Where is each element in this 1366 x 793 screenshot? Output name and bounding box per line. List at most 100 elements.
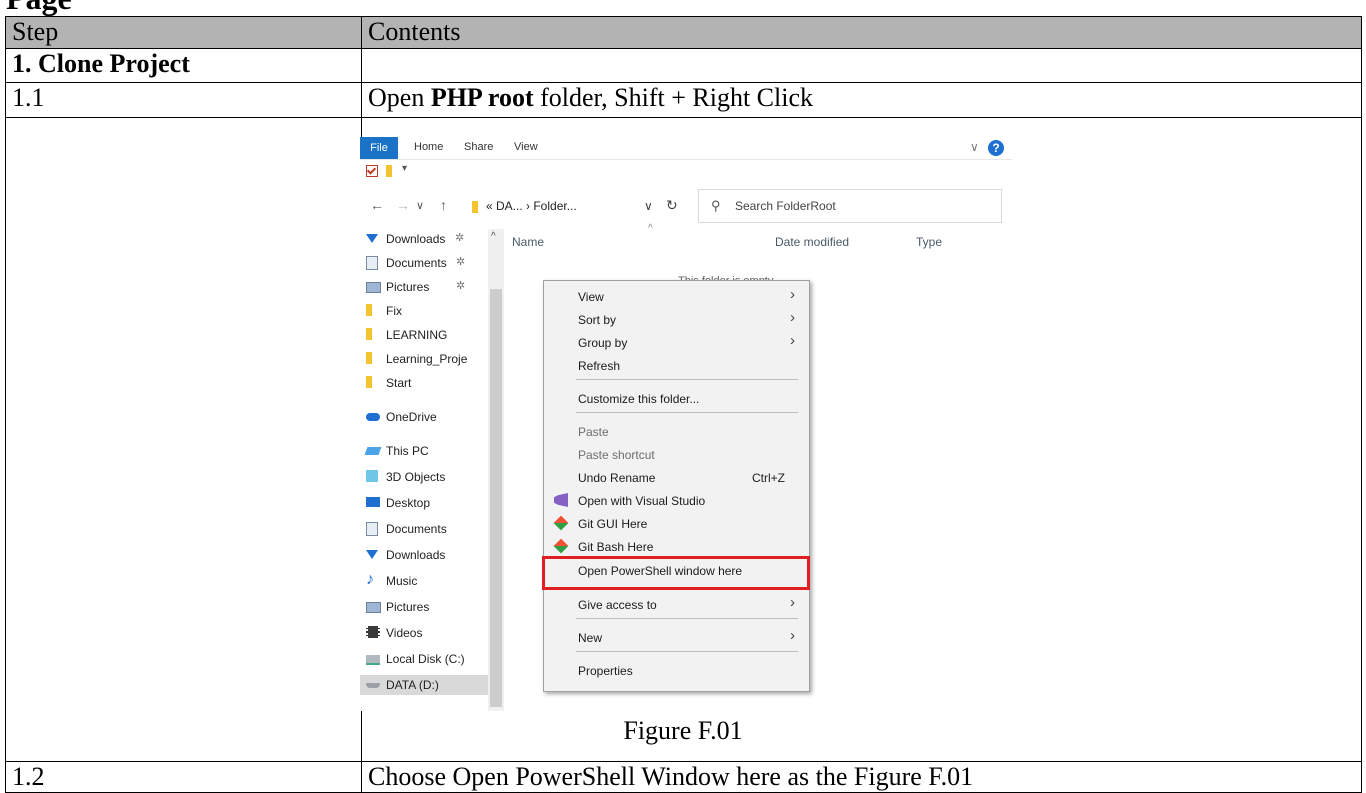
desktop-icon: [366, 497, 380, 507]
highlight-box: [542, 556, 810, 590]
folder-icon: [366, 376, 372, 388]
cut-heading: Page: [0, 0, 1366, 16]
up-arrow-icon[interactable]: ↑: [440, 197, 447, 213]
menu-separator: [576, 412, 798, 413]
menu-item-label: Customize this folder...: [578, 392, 700, 406]
folder-icon: [366, 328, 372, 340]
menu-item-new[interactable]: New ›: [544, 626, 809, 648]
step-text-bold: PHP root: [430, 83, 534, 112]
menu-separator: [576, 618, 798, 619]
menu-item-label: Sort by: [578, 313, 617, 327]
menu-item-open-visual-studio[interactable]: Open with Visual Studio: [544, 489, 809, 511]
menu-item-undo-rename[interactable]: Undo Rename Ctrl+Z: [544, 466, 809, 488]
cloud-icon: [366, 413, 380, 421]
section-title: 1. Clone Project: [5, 48, 362, 83]
download-icon: [366, 234, 378, 243]
search-box[interactable]: ⚲ Search FolderRoot: [698, 189, 1002, 223]
pin-icon[interactable]: ✲: [455, 231, 464, 244]
customize-toolbar-icon[interactable]: ▾: [402, 163, 407, 174]
git-icon: [553, 515, 569, 531]
sidebar-item-data-drive[interactable]: DATA (D:): [360, 675, 488, 695]
sidebar-item-label: Pictures: [386, 280, 430, 294]
menu-item-label: Group by: [578, 336, 628, 350]
header-step: Step: [5, 16, 362, 49]
sidebar-item-label: 3D Objects: [386, 470, 446, 484]
videos-icon: [366, 626, 380, 638]
step-contents: Choose Open PowerShell Window here as th…: [361, 761, 1362, 793]
column-name[interactable]: Name: [512, 235, 544, 249]
sidebar-scrollbar-thumb[interactable]: [490, 289, 502, 707]
pin-icon[interactable]: ✲: [456, 279, 465, 292]
sidebar-item-label: Desktop: [386, 496, 431, 510]
folder-icon: [472, 201, 478, 213]
music-icon: ♪: [366, 571, 374, 588]
menu-item-view[interactable]: View ›: [544, 285, 809, 307]
menu-item-git-bash[interactable]: Git Bash Here: [544, 535, 809, 557]
menu-item-sort-by[interactable]: Sort by ›: [544, 308, 809, 330]
menu-item-label: View: [578, 290, 604, 304]
pc-icon: [364, 447, 382, 455]
ribbon-tab-view[interactable]: View: [514, 141, 538, 153]
step-number: 1.2: [5, 761, 362, 793]
menu-item-label: Paste shortcut: [578, 448, 655, 462]
ribbon-tab-share[interactable]: Share: [464, 141, 493, 153]
header-contents: Contents: [361, 16, 1362, 49]
sidebar-item-label: Downloads: [386, 232, 446, 246]
3d-objects-icon: [366, 470, 378, 482]
search-placeholder: Search FolderRoot: [735, 199, 836, 213]
sidebar-item-label: Fix: [386, 304, 402, 318]
menu-item-give-access[interactable]: Give access to ›: [544, 593, 809, 615]
menu-item-paste-shortcut: Paste shortcut: [544, 443, 809, 465]
column-date-modified[interactable]: Date modified: [775, 235, 849, 249]
sidebar-item-label: Downloads: [386, 548, 446, 562]
navigation-row: ← → ∨ ↑ « DA... › Folder... ∨ ↻ ⚲ Search…: [360, 189, 1012, 223]
pictures-icon: [366, 602, 381, 613]
menu-item-label: Paste: [578, 425, 609, 439]
column-type[interactable]: Type: [916, 235, 942, 249]
submenu-arrow-icon: ›: [790, 286, 795, 303]
ribbon-tab-home[interactable]: Home: [414, 141, 443, 153]
address-bar[interactable]: « DA... › Folder... ∨ ↻: [472, 191, 682, 221]
local-disk-icon: [366, 655, 380, 665]
figure-empty-cell: [5, 117, 362, 762]
folder-icon: [366, 352, 372, 364]
menu-item-refresh[interactable]: Refresh: [544, 354, 809, 376]
address-dropdown-icon[interactable]: ∨: [644, 199, 653, 213]
submenu-arrow-icon: ›: [790, 594, 795, 611]
menu-item-customize-folder[interactable]: Customize this folder...: [544, 387, 809, 409]
menu-item-group-by[interactable]: Group by ›: [544, 331, 809, 353]
sidebar-item-label: Music: [386, 574, 418, 588]
step-text: folder, Shift + Right Click: [533, 83, 813, 112]
address-path[interactable]: « DA... › Folder...: [486, 199, 577, 213]
refresh-icon[interactable]: ↻: [666, 197, 678, 214]
new-folder-icon[interactable]: [386, 165, 392, 177]
properties-check-icon[interactable]: [366, 165, 378, 177]
section-row: 1. Clone Project: [5, 48, 1362, 83]
drive-icon: [366, 683, 380, 688]
sidebar-item-label: This PC: [386, 444, 429, 458]
submenu-arrow-icon: ›: [790, 332, 795, 349]
forward-arrow-icon[interactable]: →: [396, 197, 410, 213]
ribbon-tab-file[interactable]: File: [360, 137, 398, 159]
menu-item-git-gui[interactable]: Git GUI Here: [544, 512, 809, 534]
menu-item-shortcut: Ctrl+Z: [752, 471, 785, 485]
document-icon: [366, 256, 378, 270]
menu-item-paste: Paste: [544, 420, 809, 442]
sidebar-item-label: OneDrive: [386, 410, 437, 424]
step-text: Open: [368, 83, 431, 112]
help-icon[interactable]: ?: [988, 140, 1004, 156]
table-header-row: Step Contents: [5, 16, 1362, 49]
scroll-up-icon[interactable]: ^: [491, 231, 496, 242]
menu-item-label: New: [578, 631, 603, 645]
expand-ribbon-chevron-icon[interactable]: ∨: [970, 140, 979, 154]
sidebar-item-label: Documents: [386, 522, 447, 536]
git-icon: [553, 538, 569, 554]
sidebar-item-label: Videos: [386, 626, 423, 640]
context-menu: View › Sort by › Group by › Refresh Customi…: [542, 280, 810, 692]
column-headers: Name ^ Date modified Type: [512, 223, 1012, 253]
table-row: 1.1 Open PHP root folder, Shift + Right …: [5, 82, 1362, 118]
pin-icon[interactable]: ✲: [456, 255, 465, 268]
recent-chevron-icon[interactable]: ∨: [416, 199, 424, 212]
menu-item-properties[interactable]: Properties: [544, 659, 809, 681]
back-arrow-icon[interactable]: ←: [370, 197, 384, 213]
